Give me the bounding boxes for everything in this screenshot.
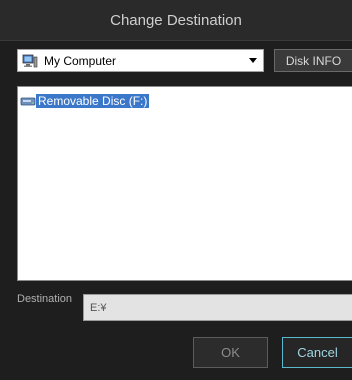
- destination-label: Destination: [17, 293, 73, 305]
- removable-disc-icon: [20, 97, 36, 106]
- ok-button[interactable]: OK: [193, 337, 268, 368]
- change-destination-dialog: Change Destination My Computer Disk INFO…: [0, 0, 352, 380]
- dialog-title-bar: Change Destination: [0, 0, 352, 41]
- drive-select[interactable]: My Computer: [17, 49, 264, 72]
- computer-icon: [22, 54, 38, 67]
- tree-item-label: Removable Disc (F:): [36, 94, 150, 108]
- dialog-title: Change Destination: [110, 11, 242, 29]
- disk-info-button[interactable]: Disk INFO: [274, 49, 352, 72]
- destination-field[interactable]: E:¥: [83, 294, 352, 321]
- tree-item-removable-disc[interactable]: Removable Disc (F:): [18, 93, 150, 109]
- folder-tree[interactable]: Removable Disc (F:): [17, 86, 352, 281]
- chevron-down-icon: [249, 58, 257, 63]
- drive-select-value: My Computer: [44, 53, 117, 68]
- cancel-button[interactable]: Cancel: [282, 337, 352, 368]
